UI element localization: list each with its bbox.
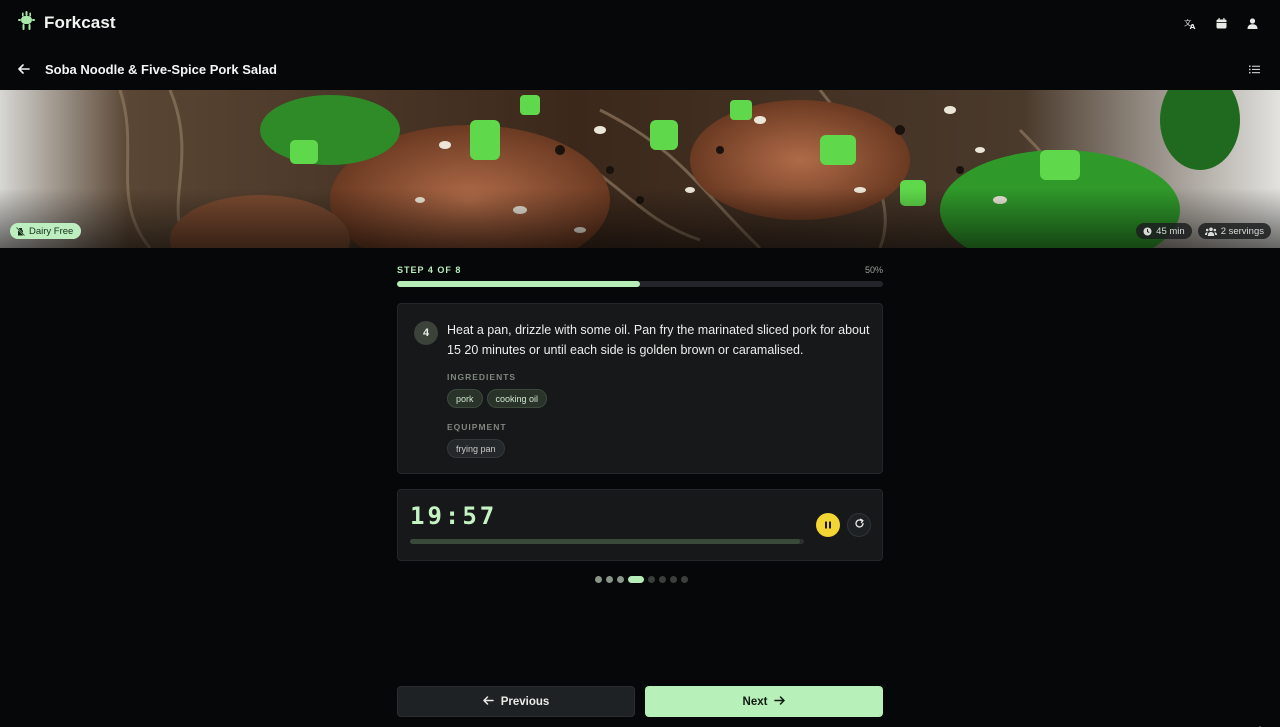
- progress-bar-fill: [397, 281, 640, 287]
- step-progress-header: STEP 4 OF 8 50%: [397, 264, 883, 276]
- timer-card: 19:57: [397, 489, 883, 561]
- ingredients-heading: INGREDIENTS: [447, 372, 517, 382]
- pagination-dot[interactable]: [617, 576, 624, 583]
- svg-text:A: A: [1190, 22, 1196, 30]
- equipment-chips: frying pan: [447, 439, 505, 458]
- app-name: Forkcast: [44, 13, 116, 32]
- pagination-dot[interactable]: [648, 576, 655, 583]
- fork-logo-icon: [18, 10, 35, 36]
- calendar-icon[interactable]: [1212, 14, 1231, 33]
- brand[interactable]: Forkcast: [18, 10, 116, 36]
- cook-time-label: 45 min: [1156, 225, 1185, 237]
- diet-tag-label: Dairy Free: [29, 225, 74, 237]
- pagination-dot[interactable]: [659, 576, 666, 583]
- pagination-dot-active[interactable]: [628, 576, 644, 583]
- step-card: 4 Heat a pan, drizzle with some oil. Pan…: [397, 303, 883, 474]
- previous-label: Previous: [500, 695, 550, 708]
- chevron-up-icon[interactable]: [1252, 719, 1268, 727]
- servings-badge: 2 servings: [1197, 223, 1271, 239]
- progress-percent: 50%: [864, 265, 883, 275]
- ingredient-chip[interactable]: pork: [447, 389, 483, 408]
- pause-button[interactable]: [816, 513, 840, 537]
- arrow-left-icon: [482, 695, 494, 708]
- people-icon: [1204, 227, 1217, 236]
- back-arrow-icon[interactable]: [14, 60, 33, 79]
- cook-time-badge: 45 min: [1136, 223, 1192, 239]
- pagination-dot[interactable]: [606, 576, 613, 583]
- pagination-dot[interactable]: [595, 576, 602, 583]
- recipe-hero-image: Dairy Free 45 min 2 servings: [0, 90, 1280, 248]
- recipe-title: Soba Noodle & Five-Spice Pork Salad: [45, 61, 277, 77]
- equipment-chip[interactable]: frying pan: [447, 439, 505, 458]
- clock-icon: [1143, 227, 1152, 236]
- app-bar: Forkcast 文A: [0, 0, 1280, 46]
- hero-shade: [0, 188, 1280, 248]
- progress-bar: [397, 281, 883, 287]
- no-dairy-icon: [16, 226, 25, 236]
- step-instruction: Heat a pan, drizzle with some oil. Pan f…: [447, 323, 870, 357]
- step-counter: STEP 4 OF 8: [397, 265, 462, 275]
- refresh-icon: [854, 516, 865, 534]
- timer-display: 19:57: [410, 502, 498, 530]
- next-button[interactable]: Next: [645, 686, 883, 717]
- step-number-badge: 4: [414, 321, 438, 345]
- previous-button[interactable]: Previous: [397, 686, 635, 717]
- timer-progress-fill: [410, 539, 801, 544]
- equipment-heading: EQUIPMENT: [447, 422, 507, 432]
- translate-icon[interactable]: 文A: [1181, 14, 1200, 33]
- step-pagination-dots: [595, 576, 688, 583]
- next-label: Next: [742, 695, 768, 708]
- dairy-free-badge: Dairy Free: [10, 223, 82, 239]
- step-list-icon[interactable]: [1245, 60, 1264, 79]
- ingredient-chip[interactable]: cooking oil: [486, 389, 548, 408]
- account-icon[interactable]: [1243, 14, 1262, 33]
- pagination-dot[interactable]: [670, 576, 677, 583]
- arrow-right-icon: [774, 695, 786, 708]
- pagination-dot[interactable]: [681, 576, 688, 583]
- reset-timer-button[interactable]: [847, 513, 871, 537]
- recipe-header: Soba Noodle & Five-Spice Pork Salad: [0, 50, 1280, 88]
- pause-icon: [824, 516, 832, 534]
- servings-label: 2 servings: [1220, 225, 1264, 237]
- ingredient-chips: pork cooking oil: [447, 389, 548, 408]
- timer-progress-bar: [410, 539, 804, 544]
